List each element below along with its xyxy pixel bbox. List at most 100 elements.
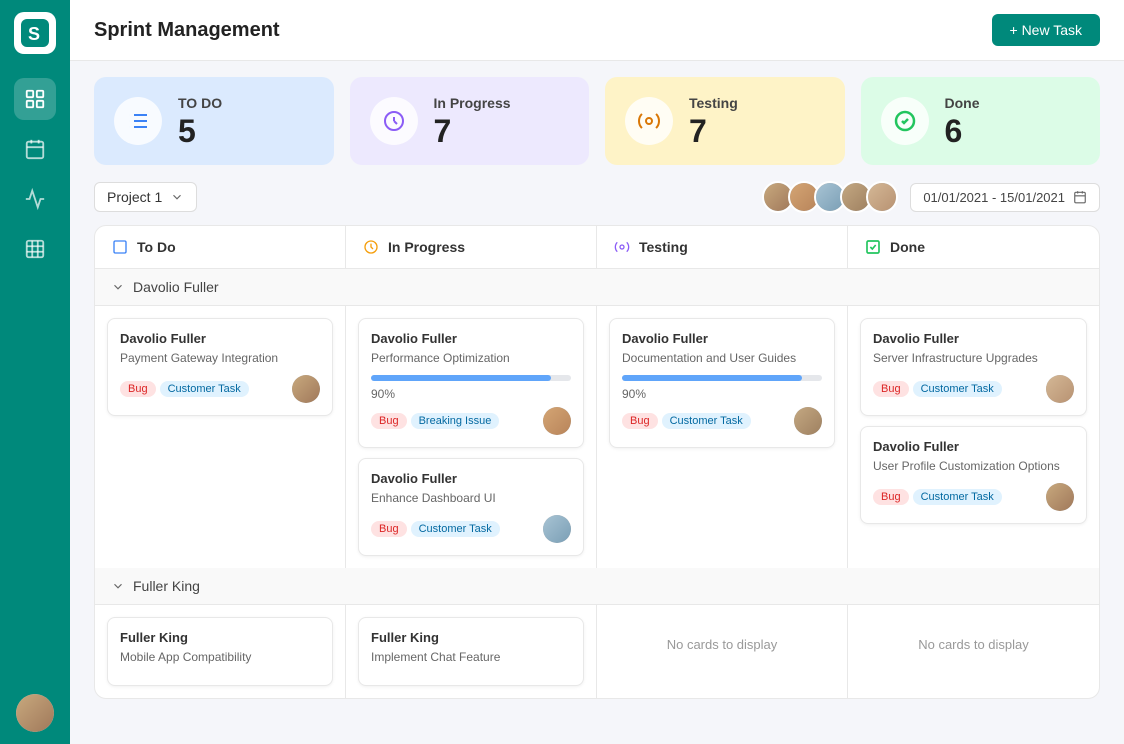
card-tags: Bug Customer Task bbox=[873, 489, 1002, 505]
sidebar-item-calendar[interactable] bbox=[14, 128, 56, 170]
testing-stat-icon bbox=[625, 97, 673, 145]
card-tags: Bug Customer Task bbox=[120, 381, 249, 397]
task-card[interactable]: Davolio Fuller Documentation and User Gu… bbox=[609, 318, 835, 448]
board-grid-fuller-king: Fuller King Mobile App Compatibility Ful… bbox=[95, 605, 1099, 699]
card-avatar bbox=[1046, 375, 1074, 403]
davolio-inprogress-col: Davolio Fuller Performance Optimization … bbox=[346, 306, 597, 568]
task-card[interactable]: Davolio Fuller Payment Gateway Integrati… bbox=[107, 318, 333, 416]
inprogress-stat-icon bbox=[370, 97, 418, 145]
board-grid-davolio: Davolio Fuller Payment Gateway Integrati… bbox=[95, 306, 1099, 568]
testing-col-icon bbox=[613, 238, 631, 256]
chevron-down-group-icon bbox=[111, 280, 125, 294]
sidebar-item-board[interactable] bbox=[14, 78, 56, 120]
done-col-icon bbox=[864, 238, 882, 256]
page-title: Sprint Management bbox=[94, 19, 280, 42]
sidebar-item-flow[interactable] bbox=[14, 178, 56, 220]
stats-row: TO DO 5 In Progress 7 bbox=[70, 61, 1124, 181]
avatar-5 bbox=[866, 181, 898, 213]
col-label-inprogress: In Progress bbox=[388, 239, 465, 255]
group-fuller-king-label: Fuller King bbox=[133, 578, 200, 594]
inprogress-stat-label: In Progress bbox=[434, 95, 511, 111]
stat-card-inprogress: In Progress 7 bbox=[350, 77, 590, 165]
fuller-testing-col: No cards to display bbox=[597, 605, 848, 699]
progress-fill bbox=[622, 375, 802, 381]
card-title: Implement Chat Feature bbox=[371, 649, 571, 666]
card-title: Performance Optimization bbox=[371, 350, 571, 367]
progress-bar bbox=[622, 375, 822, 381]
card-tags: Bug Breaking Issue bbox=[371, 413, 499, 429]
testing-stat-count: 7 bbox=[689, 115, 738, 147]
task-card[interactable]: Davolio Fuller Performance Optimization … bbox=[358, 318, 584, 448]
progress-bar bbox=[371, 375, 571, 381]
done-stat-count: 6 bbox=[945, 115, 980, 147]
project-select[interactable]: Project 1 bbox=[94, 182, 197, 212]
card-avatar bbox=[543, 515, 571, 543]
card-assignee: Davolio Fuller bbox=[371, 331, 571, 346]
col-header-todo: To Do bbox=[95, 226, 346, 268]
group-fuller-king[interactable]: Fuller King bbox=[95, 568, 1099, 605]
todo-stat-count: 5 bbox=[178, 115, 222, 147]
date-range-text: 01/01/2021 - 15/01/2021 bbox=[923, 190, 1065, 205]
progress-label: 90% bbox=[371, 387, 571, 401]
davolio-done-col: Davolio Fuller Server Infrastructure Upg… bbox=[848, 306, 1099, 568]
sidebar-item-table[interactable] bbox=[14, 228, 56, 270]
board-wrapper: To Do In Progress bbox=[70, 225, 1124, 744]
task-card[interactable]: Davolio Fuller Enhance Dashboard UI Bug … bbox=[358, 458, 584, 556]
task-card[interactable]: Fuller King Implement Chat Feature bbox=[358, 617, 584, 687]
inprogress-col-icon bbox=[362, 238, 380, 256]
app-logo[interactable]: S bbox=[14, 12, 56, 54]
date-range-picker[interactable]: 01/01/2021 - 15/01/2021 bbox=[910, 183, 1100, 212]
task-card[interactable]: Fuller King Mobile App Compatibility bbox=[107, 617, 333, 687]
board-column-headers: To Do In Progress bbox=[95, 226, 1099, 269]
tag-customer: Customer Task bbox=[160, 381, 249, 397]
group-davolio[interactable]: Davolio Fuller bbox=[95, 269, 1099, 306]
new-task-button[interactable]: + New Task bbox=[992, 14, 1101, 46]
group-davolio-label: Davolio Fuller bbox=[133, 279, 219, 295]
stat-card-done: Done 6 bbox=[861, 77, 1101, 165]
chevron-down-icon bbox=[170, 190, 184, 204]
task-card[interactable]: Davolio Fuller User Profile Customizatio… bbox=[860, 426, 1087, 524]
chevron-down-group2-icon bbox=[111, 579, 125, 593]
todo-col-icon bbox=[111, 238, 129, 256]
user-avatar[interactable] bbox=[16, 694, 54, 732]
col-header-testing: Testing bbox=[597, 226, 848, 268]
card-assignee: Fuller King bbox=[371, 630, 571, 645]
tag-bug: Bug bbox=[371, 413, 407, 429]
board-container: To Do In Progress bbox=[94, 225, 1100, 699]
tag-bug: Bug bbox=[873, 381, 909, 397]
todo-stat-label: TO DO bbox=[178, 95, 222, 111]
col-header-inprogress: In Progress bbox=[346, 226, 597, 268]
inprogress-stat-count: 7 bbox=[434, 115, 511, 147]
task-card[interactable]: Davolio Fuller Server Infrastructure Upg… bbox=[860, 318, 1087, 416]
tag-customer: Customer Task bbox=[913, 489, 1002, 505]
no-cards-done: No cards to display bbox=[860, 617, 1087, 672]
card-assignee: Fuller King bbox=[120, 630, 320, 645]
card-title: Server Infrastructure Upgrades bbox=[873, 350, 1074, 367]
card-assignee: Davolio Fuller bbox=[873, 439, 1074, 454]
stat-card-todo: TO DO 5 bbox=[94, 77, 334, 165]
done-stat-label: Done bbox=[945, 95, 980, 111]
card-tags: Bug Customer Task bbox=[371, 521, 500, 537]
card-tags: Bug Customer Task bbox=[873, 381, 1002, 397]
card-title: Mobile App Compatibility bbox=[120, 649, 320, 666]
sidebar: S bbox=[0, 0, 70, 744]
done-stat-icon bbox=[881, 97, 929, 145]
card-tags: Bug Customer Task bbox=[622, 413, 751, 429]
card-avatar bbox=[794, 407, 822, 435]
tag-bug: Bug bbox=[120, 381, 156, 397]
card-assignee: Davolio Fuller bbox=[622, 331, 822, 346]
card-avatar bbox=[1046, 483, 1074, 511]
page-header: Sprint Management + New Task bbox=[70, 0, 1124, 61]
tag-bug: Bug bbox=[622, 413, 658, 429]
no-cards-testing: No cards to display bbox=[609, 617, 835, 672]
tag-customer: Customer Task bbox=[411, 521, 500, 537]
todo-stat-icon bbox=[114, 97, 162, 145]
col-label-todo: To Do bbox=[137, 239, 176, 255]
card-assignee: Davolio Fuller bbox=[873, 331, 1074, 346]
tag-bug: Bug bbox=[873, 489, 909, 505]
col-label-done: Done bbox=[890, 239, 925, 255]
tag-bug: Bug bbox=[371, 521, 407, 537]
testing-stat-label: Testing bbox=[689, 95, 738, 111]
main-content: Sprint Management + New Task TO DO 5 bbox=[70, 0, 1124, 744]
fuller-inprogress-col: Fuller King Implement Chat Feature bbox=[346, 605, 597, 699]
